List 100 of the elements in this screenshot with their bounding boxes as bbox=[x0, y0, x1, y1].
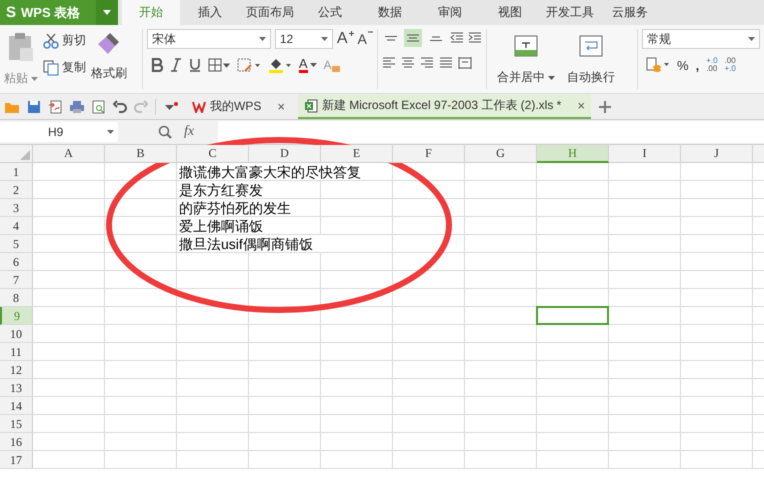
percent-button[interactable]: % bbox=[677, 58, 689, 72]
caret-icon bbox=[103, 10, 111, 15]
row-header[interactable]: 4 bbox=[0, 217, 33, 235]
row-header[interactable]: 12 bbox=[0, 361, 33, 379]
row-header[interactable]: 7 bbox=[0, 271, 33, 289]
document-tab[interactable]: 新建 Microsoft Excel 97-2003 工作表 (2).xls * × bbox=[298, 94, 591, 119]
grid-cell bbox=[177, 361, 249, 379]
row-header[interactable]: 1 bbox=[0, 163, 33, 181]
align-button[interactable] bbox=[404, 29, 422, 47]
grid-cell bbox=[465, 433, 537, 451]
grid-cell bbox=[465, 397, 537, 415]
row-header[interactable]: 15 bbox=[0, 415, 33, 433]
font-size-dropdown[interactable]: 12 bbox=[274, 29, 333, 49]
column-header[interactable]: I bbox=[609, 145, 681, 163]
menu-tab[interactable]: 审阅 bbox=[420, 0, 480, 25]
column-header[interactable]: A bbox=[33, 145, 105, 163]
wrap-text-button[interactable]: 自动换行 bbox=[566, 69, 615, 86]
document-tab[interactable]: 我的WPS × bbox=[186, 94, 291, 119]
row-header[interactable]: 13 bbox=[0, 379, 33, 397]
menu-tab[interactable]: 云服务 bbox=[600, 0, 660, 25]
menu-tab[interactable]: 视图 bbox=[480, 0, 540, 25]
menu-tab[interactable]: 数据 bbox=[360, 0, 420, 25]
font-color-button[interactable]: A bbox=[298, 57, 317, 73]
formula-input[interactable] bbox=[218, 121, 764, 143]
column-header[interactable]: B bbox=[105, 145, 177, 163]
grid-cell bbox=[33, 325, 105, 343]
column-header[interactable]: G bbox=[465, 145, 537, 163]
align-right-icon[interactable] bbox=[420, 57, 434, 69]
export-pdf-icon[interactable] bbox=[48, 100, 62, 114]
grid-cell bbox=[321, 343, 393, 361]
cut-button[interactable]: 剪切 bbox=[43, 32, 86, 49]
justify-icon[interactable] bbox=[438, 57, 453, 69]
bold-icon[interactable] bbox=[150, 58, 163, 72]
fill-color-icon[interactable] bbox=[268, 57, 292, 73]
save-icon[interactable] bbox=[27, 100, 41, 114]
grid-cell bbox=[393, 253, 465, 271]
grid-cell bbox=[33, 397, 105, 415]
row-header[interactable]: 2 bbox=[0, 181, 33, 199]
print-icon[interactable] bbox=[69, 100, 85, 114]
row-header[interactable]: 8 bbox=[0, 289, 33, 307]
increase-decimal-button[interactable]: +.0 .00 bbox=[706, 57, 718, 73]
grid-cell bbox=[321, 415, 393, 433]
grow-font-button[interactable]: A bbox=[336, 31, 354, 47]
menu-tab[interactable]: 插入 bbox=[180, 0, 240, 25]
grid-cell bbox=[465, 415, 537, 433]
borders-icon[interactable] bbox=[208, 58, 230, 72]
decrease-decimal-button[interactable]: .00 +.0 bbox=[724, 57, 736, 73]
comma-button[interactable]: , bbox=[696, 58, 700, 72]
undo-icon[interactable] bbox=[113, 100, 127, 114]
column-header[interactable]: C bbox=[177, 145, 249, 163]
column-header[interactable]: E bbox=[321, 145, 393, 163]
grid-cell bbox=[33, 361, 105, 379]
zoom-icon[interactable] bbox=[158, 125, 172, 139]
shrink-font-button[interactable]: A bbox=[358, 31, 373, 47]
print-preview-icon[interactable] bbox=[92, 100, 106, 114]
row-header[interactable]: 6 bbox=[0, 253, 33, 271]
format-painter-button[interactable]: 格式刷 bbox=[91, 65, 127, 82]
distribute-icon[interactable] bbox=[458, 57, 472, 69]
name-box[interactable]: H9 bbox=[0, 122, 118, 142]
align-left-icon[interactable] bbox=[382, 57, 396, 69]
customize-icon[interactable] bbox=[163, 100, 179, 112]
font-name-dropdown[interactable]: 宋体 bbox=[146, 29, 271, 49]
outdent-icon[interactable] bbox=[450, 32, 464, 44]
menu-tab[interactable]: 公式 bbox=[300, 0, 360, 25]
menu-tab[interactable]: 开始 bbox=[122, 0, 180, 25]
copy-button[interactable]: 复制 bbox=[43, 59, 86, 76]
close-tab-button[interactable]: × bbox=[277, 99, 285, 114]
cell-text: 爱上佛啊诵饭 bbox=[179, 218, 263, 234]
row-header[interactable]: 17 bbox=[0, 451, 33, 469]
row-header[interactable]: 11 bbox=[0, 343, 33, 361]
row-header[interactable]: 10 bbox=[0, 325, 33, 343]
currency-icon[interactable] bbox=[646, 57, 670, 73]
insert-function-button[interactable]: fx bbox=[184, 124, 194, 140]
new-tab-icon[interactable] bbox=[598, 100, 612, 114]
corner-triangle-icon bbox=[20, 150, 30, 160]
row-header[interactable]: 3 bbox=[0, 199, 33, 217]
grid-cell bbox=[393, 325, 465, 343]
app-menu-button[interactable]: S WPS 表格 bbox=[0, 0, 96, 25]
close-tab-button[interactable]: × bbox=[577, 98, 585, 113]
logo: S bbox=[6, 4, 16, 21]
row-header[interactable]: 16 bbox=[0, 433, 33, 451]
column-header[interactable]: F bbox=[393, 145, 465, 163]
italic-icon[interactable] bbox=[170, 58, 182, 72]
column-header[interactable]: J bbox=[681, 145, 753, 163]
merge-center-button[interactable]: 合并居中 bbox=[496, 69, 555, 86]
app-menu-dropdown[interactable] bbox=[96, 0, 118, 25]
column-header[interactable]: D bbox=[249, 145, 321, 163]
cell-style-icon[interactable] bbox=[236, 58, 261, 72]
grid-cell bbox=[609, 217, 681, 235]
grid-cell bbox=[681, 181, 753, 199]
row-header[interactable]: 5 bbox=[0, 235, 33, 253]
grid-cell bbox=[609, 181, 681, 199]
number-format-dropdown[interactable]: 常规 bbox=[642, 29, 760, 49]
indent-icon[interactable] bbox=[468, 32, 482, 44]
grid-cell bbox=[177, 397, 249, 415]
align-center-icon[interactable] bbox=[400, 57, 415, 69]
underline-icon[interactable] bbox=[188, 58, 201, 72]
menu-tab[interactable]: 页面布局 bbox=[240, 0, 300, 25]
menu-tab[interactable]: 开发工具 bbox=[540, 0, 600, 25]
row-header[interactable]: 14 bbox=[0, 397, 33, 415]
